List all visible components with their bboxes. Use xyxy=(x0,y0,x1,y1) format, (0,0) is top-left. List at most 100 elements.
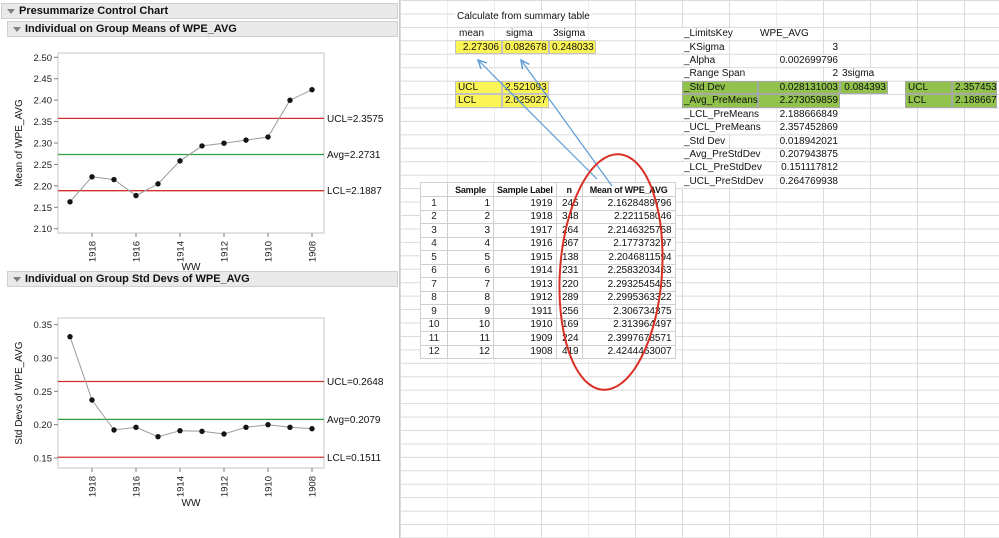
data-point[interactable] xyxy=(221,431,227,437)
cell[interactable]: 7 xyxy=(447,277,494,292)
data-point[interactable] xyxy=(309,425,315,432)
cell[interactable] xyxy=(840,94,888,107)
cell[interactable]: 2.177373297 xyxy=(581,236,676,251)
data-point[interactable] xyxy=(265,134,271,140)
cell[interactable]: 9 xyxy=(420,304,448,319)
outline-title-means[interactable]: Individual on Group Means of WPE_AVG xyxy=(7,21,398,37)
data-point[interactable] xyxy=(67,199,73,205)
cell[interactable] xyxy=(840,108,888,121)
cell[interactable]: 0.264769938 xyxy=(758,175,840,188)
cell[interactable]: 0.002699796 xyxy=(758,54,840,67)
data-point[interactable] xyxy=(133,424,139,431)
cell[interactable]: 5 xyxy=(447,250,494,265)
disclosure-icon[interactable] xyxy=(13,26,21,32)
outline-title-stddev[interactable]: Individual on Group Std Devs of WPE_AVG xyxy=(7,271,398,287)
cell[interactable]: 2.3997678571 xyxy=(581,331,676,346)
summary-caption[interactable]: Calculate from summary table xyxy=(455,10,615,23)
summary-lcl-value[interactable]: 2.025027 xyxy=(502,94,549,108)
side-ucl-value[interactable]: 2.357453 xyxy=(952,80,997,95)
cell[interactable]: 169 xyxy=(555,317,583,332)
cell[interactable] xyxy=(840,54,888,67)
side-lcl-value[interactable]: 2.188667 xyxy=(952,94,997,108)
cell[interactable]: 6 xyxy=(447,263,494,278)
cell[interactable]: _Std Dev xyxy=(682,80,758,95)
cell[interactable]: 1913 xyxy=(493,277,557,292)
cell[interactable]: 224 xyxy=(555,331,583,346)
data-point[interactable] xyxy=(67,333,73,340)
cell[interactable]: 3 xyxy=(758,40,840,53)
data-point[interactable] xyxy=(287,424,293,431)
cell[interactable]: 2.1628489796 xyxy=(581,196,676,211)
cell[interactable]: 10 xyxy=(447,317,494,332)
cell[interactable]: 1916 xyxy=(493,236,557,251)
summary-lcl-label[interactable]: LCL xyxy=(455,94,502,108)
cell[interactable]: 2.357452869 xyxy=(758,121,840,134)
cell[interactable]: 4 xyxy=(420,236,448,251)
cell[interactable]: 0.018942021 xyxy=(758,134,840,147)
cell[interactable]: 0.207943875 xyxy=(758,148,840,161)
cell[interactable]: 2.2995363322 xyxy=(581,290,676,305)
data-point[interactable] xyxy=(243,424,249,431)
cell[interactable] xyxy=(840,161,888,174)
means-control-chart[interactable]: 2.10 2.15 2.20 2.25 2.30 2.35 2.40 2.45 2.50 UCL=… xyxy=(8,40,400,274)
summary-header-3sigma[interactable]: 3sigma xyxy=(550,27,595,40)
cell[interactable]: _UCL_PreStdDev xyxy=(682,175,766,188)
cell[interactable]: 3sigma xyxy=(840,67,888,80)
cell[interactable]: 3 xyxy=(420,223,448,238)
cell[interactable]: 10 xyxy=(420,317,448,332)
cell[interactable]: 220 xyxy=(555,277,583,292)
data-point[interactable] xyxy=(89,397,95,403)
data-point[interactable] xyxy=(243,137,249,143)
cell[interactable]: 1911 xyxy=(493,304,557,319)
data-point[interactable] xyxy=(111,427,117,433)
data-point[interactable] xyxy=(287,97,293,103)
cell[interactable]: 2.2046811594 xyxy=(581,250,676,265)
cell[interactable]: 2.273059859 xyxy=(758,94,840,108)
summary-header-mean[interactable]: mean xyxy=(456,27,501,40)
data-point[interactable] xyxy=(89,174,95,180)
data-point[interactable] xyxy=(111,176,117,183)
stddev-control-chart[interactable]: 0.15 0.20 0.25 0.30 0.35 UCL=0.2648 Avg=0.2079… xyxy=(8,288,400,538)
summary-3sigma-cell[interactable]: 0.248033 xyxy=(549,40,596,54)
cell[interactable] xyxy=(840,40,888,53)
summary-sigma-cell[interactable]: 0.082678 xyxy=(502,40,549,54)
cell[interactable]: 1914 xyxy=(493,263,557,278)
summary-ucl-value[interactable]: 2.521093 xyxy=(502,80,549,95)
data-point[interactable] xyxy=(155,181,161,187)
cell[interactable]: 1908 xyxy=(493,344,557,359)
cell[interactable]: 2.306734375 xyxy=(581,304,676,319)
cell[interactable]: 2.313964497 xyxy=(581,317,676,332)
side-lcl-label[interactable]: LCL xyxy=(905,94,952,108)
cell[interactable]: 11 xyxy=(447,331,494,346)
cell[interactable]: 264 xyxy=(555,223,583,238)
data-point[interactable] xyxy=(199,428,205,435)
cell[interactable]: 2.221158046 xyxy=(581,209,676,224)
data-point[interactable] xyxy=(133,192,139,199)
cell[interactable]: WPE_AVG xyxy=(758,27,840,40)
cell[interactable]: _LimitsKey xyxy=(682,27,758,40)
cell[interactable]: 245 xyxy=(555,196,583,211)
cell[interactable]: 2.2932545455 xyxy=(581,277,676,292)
data-point[interactable] xyxy=(177,158,183,164)
cell[interactable]: 1918 xyxy=(493,209,557,224)
cell[interactable]: 138 xyxy=(555,250,583,265)
cell[interactable]: 0.084393 xyxy=(840,80,888,95)
cell[interactable] xyxy=(840,121,888,134)
outline-title-report[interactable]: Presummarize Control Chart xyxy=(1,3,398,19)
cell[interactable]: 11 xyxy=(420,331,448,346)
column-header[interactable]: n xyxy=(555,182,583,197)
cell[interactable]: 4 xyxy=(447,236,494,251)
column-header[interactable]: Mean of WPE_AVG xyxy=(581,182,676,197)
cell[interactable]: _KSigma xyxy=(682,40,758,53)
cell[interactable]: 1910 xyxy=(493,317,557,332)
data-point[interactable] xyxy=(265,421,271,428)
cell[interactable]: 8 xyxy=(420,290,448,305)
cell[interactable]: 419 xyxy=(555,344,583,359)
cell[interactable]: _Avg_PreMeans xyxy=(682,94,758,108)
cell[interactable]: 348 xyxy=(555,209,583,224)
cell[interactable] xyxy=(840,148,888,161)
cell[interactable]: 289 xyxy=(555,290,583,305)
cell[interactable]: _Range Span xyxy=(682,67,758,80)
cell[interactable]: 0.151117812 xyxy=(758,161,840,174)
column-header[interactable]: Sample Label xyxy=(493,182,557,197)
